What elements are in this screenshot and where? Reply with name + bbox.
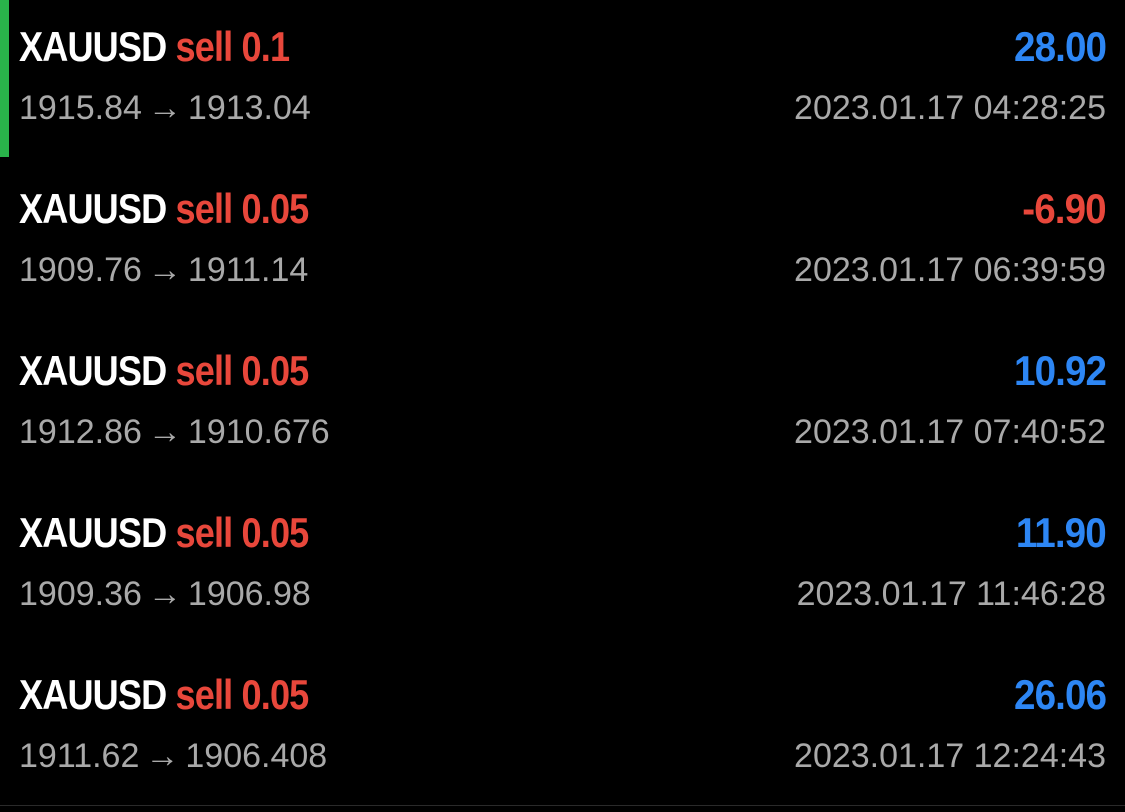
open-price: 1911.62	[19, 737, 140, 775]
trade-title: XAUUSD sell 0.05	[19, 508, 310, 558]
open-price: 1912.86	[19, 413, 142, 451]
open-price: 1915.84	[19, 89, 142, 127]
trade-side: sell	[175, 185, 234, 232]
trade-prices: 1911.62 → 1906.408	[19, 734, 327, 778]
trade-volume: 0.1	[241, 23, 291, 70]
trade-symbol: XAUUSD	[19, 23, 167, 70]
trade-volume: 0.05	[241, 671, 310, 718]
trade-title: XAUUSD sell 0.05	[19, 184, 310, 234]
trade-profit: 10.92	[1013, 347, 1107, 394]
close-price: 1913.04	[187, 89, 311, 127]
close-price: 1911.14	[187, 251, 309, 289]
trade-prices: 1915.84 → 1913.04	[19, 86, 311, 130]
arrow-right-icon: →	[145, 737, 180, 775]
trade-row[interactable]: XAUUSD sell 0.05 -6.90 1909.76 → 1911.14 2…	[0, 162, 1125, 324]
close-price: 1906.98	[187, 575, 311, 613]
arrow-right-icon: →	[147, 251, 182, 289]
trade-side: sell	[175, 509, 234, 556]
trade-title: XAUUSD sell 0.05	[19, 346, 310, 396]
arrow-right-icon: →	[147, 89, 182, 127]
close-price: 1906.408	[185, 737, 328, 775]
trade-title: XAUUSD sell 0.1	[19, 22, 291, 72]
trade-row[interactable]: XAUUSD sell 0.1 28.00 1915.84 → 1913.04 20…	[0, 0, 1125, 162]
arrow-right-icon: →	[147, 575, 182, 613]
arrow-right-icon: →	[147, 413, 182, 451]
trade-volume: 0.05	[241, 347, 310, 394]
trade-row[interactable]: XAUUSD sell 0.05 26.06 1911.62 → 1906.408 …	[0, 648, 1125, 810]
trade-title: XAUUSD sell 0.05	[19, 670, 310, 720]
list-bottom-divider	[0, 805, 1125, 806]
trade-side: sell	[175, 671, 234, 718]
trade-symbol: XAUUSD	[19, 185, 167, 232]
trade-symbol: XAUUSD	[19, 671, 167, 718]
trade-profit: 11.90	[1016, 509, 1107, 556]
trade-time: 2023.01.17 07:40:52	[794, 413, 1106, 451]
trade-prices: 1909.76 → 1911.14	[19, 248, 308, 292]
trade-profit: 26.06	[1013, 671, 1107, 718]
open-price: 1909.76	[19, 251, 142, 289]
trade-volume: 0.05	[241, 185, 310, 232]
trade-symbol: XAUUSD	[19, 347, 167, 394]
trade-row[interactable]: XAUUSD sell 0.05 11.90 1909.36 → 1906.98 2…	[0, 486, 1125, 648]
trade-time: 2023.01.17 04:28:25	[794, 89, 1106, 127]
close-price: 1910.676	[187, 413, 330, 451]
trade-prices: 1909.36 → 1906.98	[19, 572, 311, 616]
trade-profit: -6.90	[1022, 185, 1107, 232]
trade-time: 2023.01.17 12:24:43	[794, 737, 1106, 775]
trade-side: sell	[175, 347, 234, 394]
open-price: 1909.36	[19, 575, 142, 613]
trade-volume: 0.05	[241, 509, 310, 556]
trade-prices: 1912.86 → 1910.676	[19, 410, 330, 454]
trade-time: 2023.01.17 06:39:59	[794, 251, 1106, 289]
trade-symbol: XAUUSD	[19, 509, 167, 556]
trade-history-list: XAUUSD sell 0.1 28.00 1915.84 → 1913.04 20…	[0, 0, 1125, 810]
trade-profit: 28.00	[1013, 23, 1107, 70]
trade-row[interactable]: XAUUSD sell 0.05 10.92 1912.86 → 1910.676 …	[0, 324, 1125, 486]
trade-time: 2023.01.17 11:46:28	[796, 575, 1106, 613]
trade-side: sell	[175, 23, 234, 70]
